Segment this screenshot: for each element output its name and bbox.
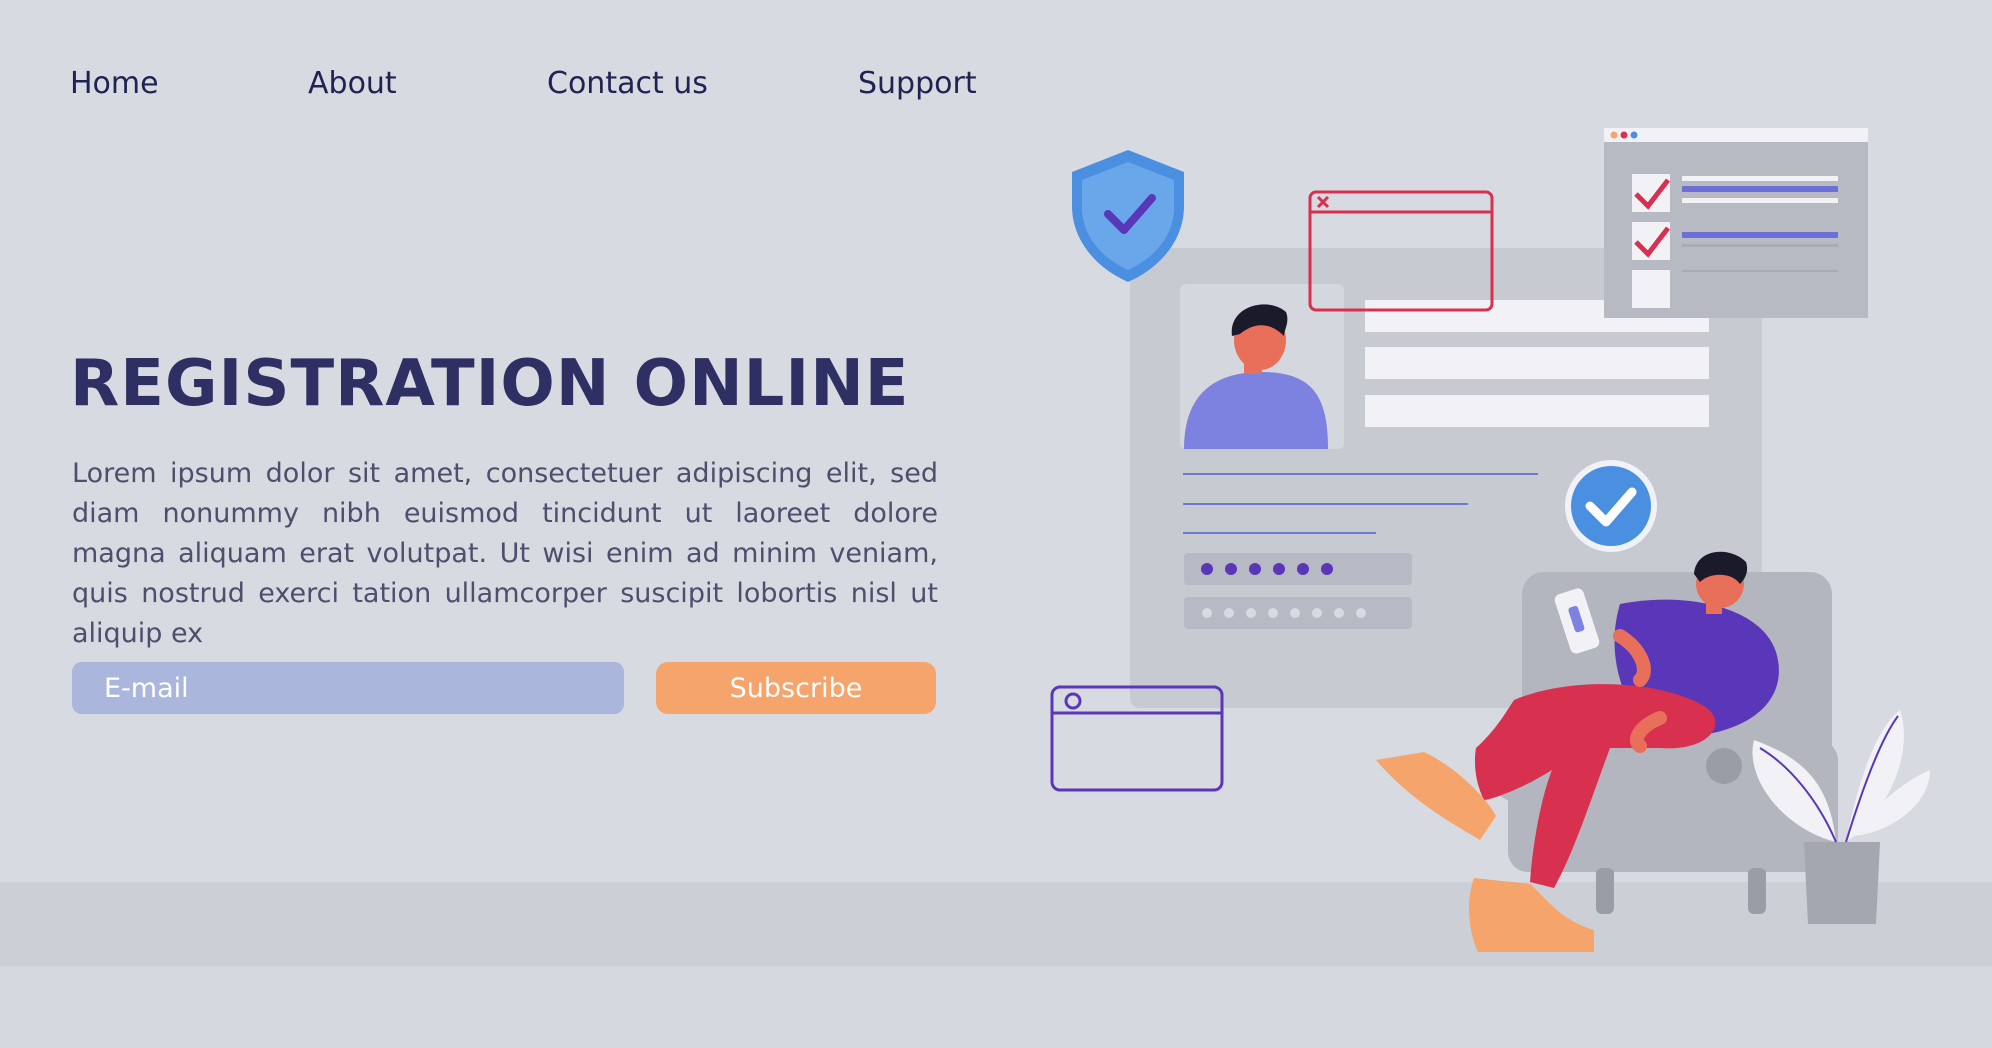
checklist-icon xyxy=(1604,128,1868,318)
landing-page: Home About Contact us Support REGISTRATI… xyxy=(0,0,1992,1048)
check-circle-icon xyxy=(1565,460,1657,552)
registration-illustration xyxy=(1050,128,1930,952)
